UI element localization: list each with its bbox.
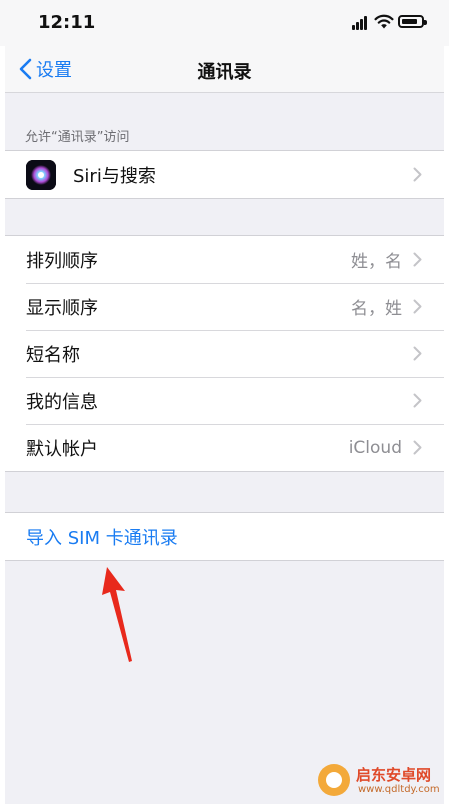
row-label: 默认帐户 — [26, 438, 98, 460]
siri-search-row[interactable]: Siri与搜索 — [5, 151, 444, 198]
chevron-right-icon — [413, 299, 422, 314]
chevron-right-icon — [413, 440, 422, 455]
chevron-right-icon — [413, 346, 422, 361]
watermark-url: www.qdltdy.com — [358, 784, 440, 795]
siri-search-label: Siri与搜索 — [73, 165, 156, 187]
default-account-row[interactable]: 默认帐户 iCloud — [5, 424, 444, 471]
row-label: 短名称 — [26, 344, 80, 366]
row-label: 我的信息 — [26, 391, 98, 413]
display-order-row[interactable]: 显示顺序 名，姓 — [5, 283, 444, 330]
row-value: 姓，名 — [351, 252, 402, 272]
import-sim-contacts-button[interactable]: 导入 SIM 卡通讯录 — [5, 513, 444, 560]
sort-order-row[interactable]: 排列顺序 姓，名 — [5, 236, 444, 283]
watermark-logo-icon — [318, 764, 350, 796]
chevron-right-icon — [413, 167, 422, 182]
row-label: 排列顺序 — [26, 250, 98, 272]
settings-group: 排列顺序 姓，名 显示顺序 名，姓 短名称 我的信息 默认帐户 iCloud — [5, 235, 444, 472]
wifi-icon — [374, 14, 394, 29]
row-value: iCloud — [348, 437, 402, 458]
watermark-title: 启东安卓网 — [356, 766, 432, 784]
short-name-row[interactable]: 短名称 — [5, 330, 444, 377]
signal-icon — [352, 16, 370, 30]
row-value: 名，姓 — [351, 299, 402, 319]
chevron-right-icon — [413, 393, 422, 408]
my-info-row[interactable]: 我的信息 — [5, 377, 444, 424]
chevron-right-icon — [413, 252, 422, 267]
settings-screen: 12:11 设置 通讯录 允许“通讯录”访问 Siri与搜索 排列顺序 姓，名 … — [0, 0, 449, 804]
import-group: 导入 SIM 卡通讯录 — [5, 512, 444, 561]
battery-icon — [398, 15, 427, 28]
annotation-arrow — [102, 567, 132, 662]
right-edge — [444, 0, 449, 804]
status-time: 12:11 — [38, 12, 96, 33]
siri-group: Siri与搜索 — [5, 150, 444, 199]
import-sim-label: 导入 SIM 卡通讯录 — [26, 527, 178, 549]
siri-icon — [26, 160, 56, 190]
navigation-bar: 设置 通讯录 — [5, 46, 444, 93]
watermark: 启东安卓网 www.qdltdy.com — [318, 760, 444, 802]
page-title: 通讯录 — [197, 62, 252, 83]
status-bar: 12:11 — [0, 0, 449, 46]
section-header: 允许“通讯录”访问 — [25, 130, 130, 145]
row-label: 显示顺序 — [26, 297, 98, 319]
